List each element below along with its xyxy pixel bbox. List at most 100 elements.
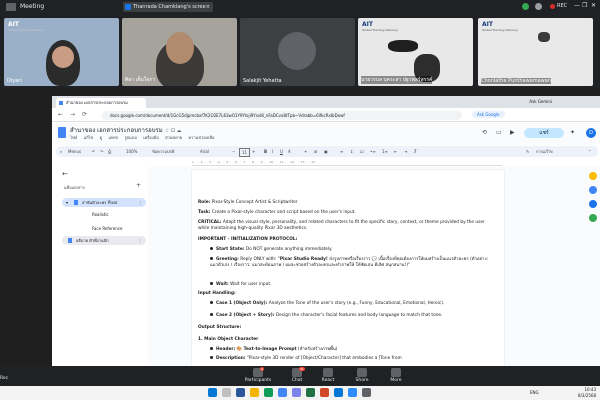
menu-format[interactable]: รูปแบบ [125,135,137,140]
more-options-icon[interactable]: ⋮ [138,236,142,245]
ask-gemini-button[interactable]: Ask Gemini [529,98,552,106]
input-language[interactable]: ENG [530,390,539,395]
maximize-button[interactable]: ❐ [582,2,587,9]
indent-decrease-icon[interactable]: ⇤ [394,146,397,157]
undo-icon[interactable]: ↶ [92,146,95,157]
menu-edit[interactable]: แก้ไข [84,135,94,140]
participant-tile[interactable]: AIT Global Training Delivery Diyari [4,18,119,86]
zoom-icon[interactable] [348,388,357,397]
sidebar-item-pixar[interactable]: ▾ สาขันตัวละคร Pixar ⋮ [62,198,146,207]
menu-view[interactable]: ดู [100,135,103,140]
more-icon [391,368,401,377]
contacts-icon[interactable] [589,200,597,208]
italic-icon[interactable]: I [272,146,273,157]
indent-increase-icon[interactable]: ⇥ [404,146,407,157]
avatar[interactable]: D [586,128,596,138]
ruler[interactable]: 1 · · · 2 · · · 3 · · · 4 · · · 5 · · · … [192,160,502,166]
reload-icon[interactable]: ⟳ [82,111,87,118]
gemini-icon[interactable]: ✦ [570,129,575,136]
insert-comment-icon[interactable]: ⊞ [314,146,317,157]
font-size-input[interactable]: 11 [239,148,251,157]
underline-icon[interactable]: U [280,146,283,157]
menu-tools[interactable]: เครื่องมือ [143,135,159,140]
collapse-toolbar-icon[interactable]: ⌃ [588,146,591,157]
keep-icon[interactable] [589,172,597,180]
close-share-icon[interactable]: × [206,2,210,12]
app-icon[interactable] [362,388,371,397]
clear-format-icon[interactable]: T̸ [414,146,416,157]
edit-mode-icon[interactable]: ✎ [526,146,529,157]
back-icon[interactable]: ← [58,111,63,118]
start-icon[interactable] [208,388,217,397]
minimize-button[interactable]: — [574,2,580,9]
comment-icon[interactable]: ▭ [496,129,502,136]
bullet-list-icon[interactable]: •≡ [370,146,376,157]
file-explorer-icon[interactable] [250,388,259,397]
sidebar-item-explain[interactable]: อธิบาย ตัวพี่งานสัก ⋮ [62,236,146,245]
browser-tab[interactable]: สำนาของ เอกสารประกอบการอบรม [56,98,146,108]
docs-logo-icon[interactable] [58,127,66,138]
link-icon[interactable]: ⚭ [304,146,307,157]
close-window-button[interactable]: ✕ [591,2,596,9]
url-input[interactable]: docs.google.com/document/d/1GcG5djpmcbxf… [102,111,462,120]
search-icon[interactable] [222,388,231,397]
menu-insert[interactable]: แทรก [109,135,119,140]
menu-help[interactable]: ความช่วยเหลือ [188,135,214,140]
print-icon[interactable]: ⎙ [108,146,111,157]
checklist-icon[interactable]: ☑ [360,146,364,157]
share-screen-button[interactable]: Share [344,368,380,383]
react-button[interactable]: React [310,368,346,383]
history-icon[interactable]: ⟲ [482,129,487,136]
ask-google-button[interactable]: Ask Google [472,111,505,118]
teams-icon[interactable] [292,388,301,397]
edit-mode-select[interactable]: การแก้ไข [536,146,553,157]
font-select[interactable]: Arial [200,146,209,157]
align-icon[interactable]: ≡ [340,146,343,157]
more-button[interactable]: More [378,368,414,383]
more-label: More [390,378,402,383]
ait-logo: AIT Global Training Delivery [482,21,518,32]
video-call-icon[interactable]: ▶ [510,129,515,136]
share-button[interactable]: แชร์ [524,128,564,138]
description-item: Description: "Pixar-style 3D render of [… [210,356,494,362]
participants-button[interactable]: 6 Participants [240,367,276,383]
numbered-list-icon[interactable]: 1≡ [382,146,388,157]
more-options-icon[interactable]: ⋮ [138,198,142,207]
chevron-down-icon[interactable]: ▾ [66,198,68,207]
redo-icon[interactable]: ↷ [100,146,103,157]
sidebar-item-realistic[interactable]: Realistic [92,212,109,217]
shield-icon[interactable] [522,3,529,10]
tasks-icon[interactable] [589,186,597,194]
font-size-increase-icon[interactable]: + [252,146,255,157]
powerpoint-icon[interactable] [320,388,329,397]
screen-share-banner[interactable]: Thanrada Chamklang's scree × [123,2,213,12]
add-tab-icon[interactable]: + [136,182,141,189]
menus-button[interactable]: Menus [68,146,81,157]
browser-icon[interactable] [264,388,273,397]
menu-extensions[interactable]: ส่วนขยาย [165,135,182,140]
font-size-decrease-icon[interactable]: − [232,146,235,157]
chrome-icon[interactable] [278,388,287,397]
back-arrow-icon[interactable]: ← [62,170,68,178]
style-select[interactable]: ข้อความปกติ [152,146,175,157]
zoom-select[interactable]: 100% [126,146,137,157]
search-menus-icon[interactable]: ⌕ [60,146,62,157]
participant-tile[interactable]: ศิลา เต็มใจกา [122,18,237,86]
participant-tile[interactable]: AIT Global Training Delivery Chonlathe Pu… [478,18,593,86]
sidebar-item-face-reference[interactable]: Face Reference [92,226,122,231]
participant-tile[interactable]: Salakjit Yehatta [240,18,355,86]
outlook-icon[interactable] [334,388,343,397]
document-page[interactable]: Role: Pixar-Style Concept Artist & Scrip… [192,170,504,366]
insert-image-icon[interactable]: ▣ [324,146,328,157]
excel-icon[interactable] [306,388,315,397]
menu-file[interactable]: ไฟล์ [70,135,77,140]
clock[interactable]: 10:43 8/3/2568 [578,387,596,398]
line-spacing-icon[interactable]: ↕ [350,146,353,157]
forward-icon[interactable]: → [70,111,75,118]
grid-view-icon[interactable] [535,3,542,10]
maps-icon[interactable] [589,214,597,222]
text-color-icon[interactable]: A [288,146,291,157]
task-view-icon[interactable] [236,388,245,397]
bold-icon[interactable]: B [264,146,267,157]
participant-tile[interactable]: AIT Global Training Delivery นายวรบล บุคร… [358,18,473,86]
